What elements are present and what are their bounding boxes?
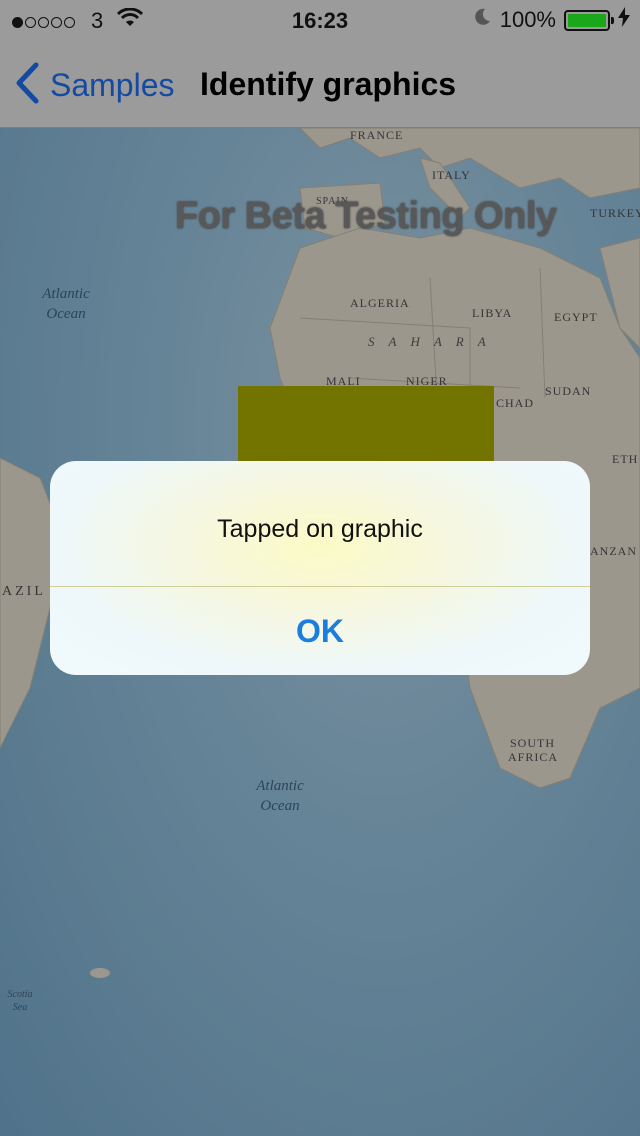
status-bar: 3 16:23 100% [0,0,640,40]
navigation-bar: Samples Identify graphics [0,40,640,128]
charging-bolt-icon [618,7,630,33]
back-button-label: Samples [50,67,175,103]
moon-icon [472,7,492,33]
alert-message: Tapped on graphic [217,515,423,543]
alert-dialog: Tapped on graphic OK [50,461,590,675]
battery-percent: 100% [499,7,556,32]
back-button[interactable]: Samples [14,62,175,109]
page-title: Identify graphics [200,66,457,102]
status-bar-right: 100% [472,7,630,33]
chevron-left-icon [14,62,40,109]
battery-icon [564,9,614,31]
ok-button[interactable]: OK [50,587,590,675]
